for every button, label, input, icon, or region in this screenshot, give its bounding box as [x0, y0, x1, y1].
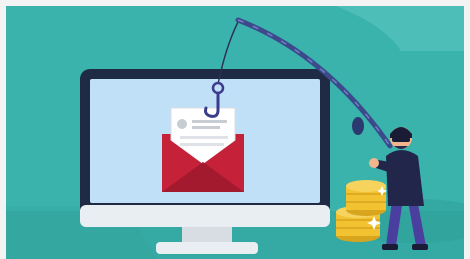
envelope-icon	[162, 107, 244, 192]
reel	[352, 117, 364, 135]
monitor-chin	[80, 205, 330, 227]
illustration-canvas	[6, 6, 464, 259]
phishing-illustration	[6, 6, 464, 259]
monitor-neck	[182, 227, 232, 243]
hacker-mask	[392, 137, 410, 142]
monitor-base	[156, 242, 258, 254]
